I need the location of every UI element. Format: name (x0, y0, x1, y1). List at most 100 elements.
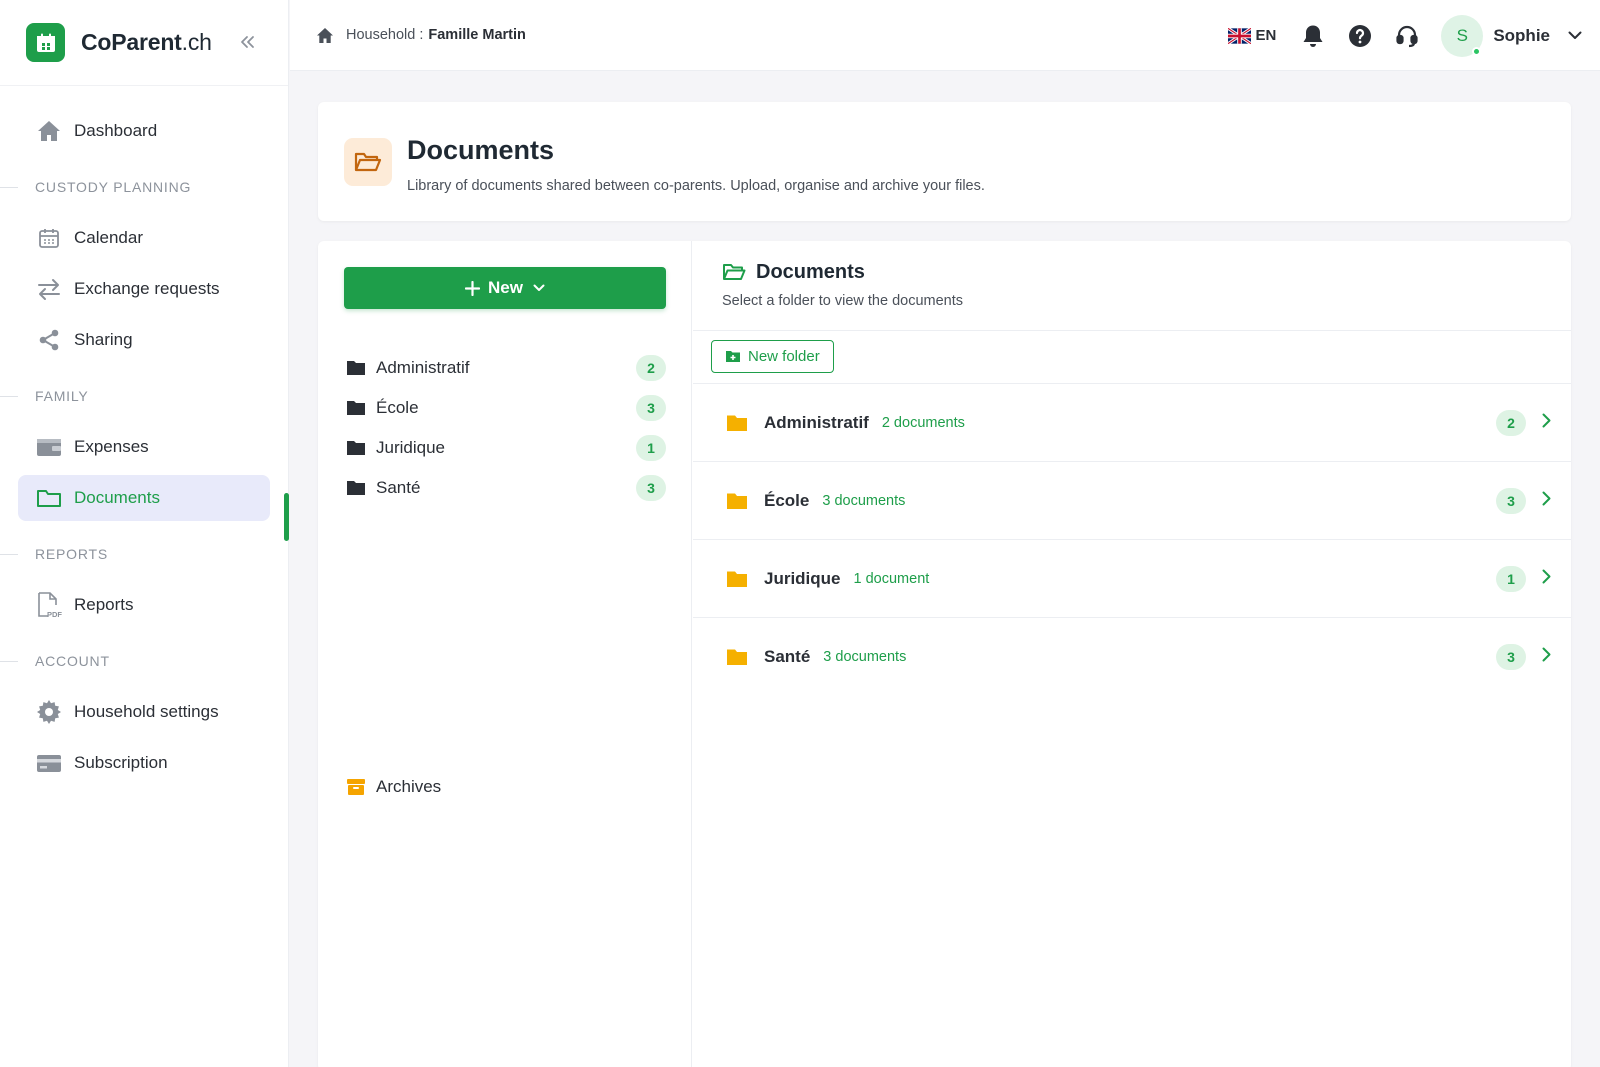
language-label: EN (1255, 27, 1277, 44)
sidebar-item-expenses[interactable]: Expenses (18, 424, 270, 470)
pdf-file-icon: PDF (36, 592, 62, 619)
folder-plus-icon (725, 350, 741, 363)
folder-row-count-badge: 3 (1496, 487, 1526, 514)
open-folder-icon (722, 263, 746, 282)
home-icon[interactable] (316, 27, 334, 44)
open-folder-icon (344, 138, 392, 186)
avatar: S (1441, 14, 1484, 57)
help-icon[interactable] (1347, 23, 1373, 49)
folder-row-doc-count: 3 documents (822, 492, 906, 509)
household-name[interactable]: Famille Martin (428, 27, 526, 43)
archives-item[interactable]: Archives (344, 777, 441, 797)
sidebar-item-sharing[interactable]: Sharing (18, 317, 270, 363)
bell-icon[interactable] (1300, 23, 1326, 49)
folder-icon (346, 359, 366, 377)
folder-name: Santé (376, 478, 421, 497)
credit-card-icon (36, 750, 62, 776)
active-nav-indicator (284, 493, 289, 541)
home-icon (36, 118, 62, 144)
folder-row-count-badge: 2 (1496, 409, 1526, 436)
new-folder-label: New folder (748, 348, 820, 365)
sidebar-item-label: Household settings (74, 702, 219, 721)
calendar-logo-icon[interactable] (26, 23, 65, 62)
share-icon (36, 327, 62, 353)
sidebar-item-calendar[interactable]: Calendar (18, 215, 270, 261)
folder-row-count-badge: 3 (1496, 644, 1526, 670)
brand-name-tld: .ch (181, 29, 212, 55)
folder-icon (726, 492, 748, 510)
language-selector[interactable]: EN (1228, 27, 1276, 44)
sidebar-item-household-settings[interactable]: Household settings (18, 689, 270, 735)
folder-sidebar: New Administratif 2 École 3 Juridique 1 … (318, 241, 692, 1067)
sidebar-item-subscription[interactable]: Subscription (18, 740, 270, 786)
folder-count-badge: 1 (636, 435, 666, 461)
folder-name: Juridique (376, 438, 445, 457)
calendar-icon (36, 225, 62, 251)
new-folder-button[interactable]: New folder (711, 340, 834, 373)
folder-item-ecole[interactable]: École 3 (344, 388, 666, 428)
sidebar-item-label: Reports (74, 595, 134, 614)
chevron-down-icon (533, 284, 545, 292)
folder-name: Administratif (376, 358, 470, 377)
folder-row-sante[interactable]: Santé 3 documents 3 (693, 618, 1571, 696)
sidebar-item-documents[interactable]: Documents (18, 475, 270, 521)
folder-item-juridique[interactable]: Juridique 1 (344, 428, 666, 468)
breadcrumb: Household : Famille Martin (316, 27, 526, 44)
content-subtitle: Select a folder to view the documents (722, 293, 963, 309)
folder-count-badge: 3 (636, 475, 666, 501)
new-button-label: New (488, 278, 523, 297)
brand-name[interactable]: CoParent.ch (81, 29, 212, 56)
topbar-actions: EN S Sophie (1228, 0, 1582, 71)
folder-content: Documents Select a folder to view the do… (693, 241, 1571, 1067)
folder-row-administratif[interactable]: Administratif 2 documents 2 (693, 384, 1571, 462)
folder-count-badge: 3 (636, 395, 666, 421)
breadcrumb-prefix: Household : (346, 27, 424, 43)
folder-row-ecole[interactable]: École 3 documents 3 (693, 462, 1571, 540)
content-header: Documents Select a folder to view the do… (693, 241, 1571, 331)
sidebar-item-label: Dashboard (74, 121, 158, 140)
support-headset-icon[interactable] (1394, 23, 1420, 49)
swap-arrows-icon (36, 276, 62, 302)
new-button[interactable]: New (344, 267, 666, 309)
folder-name: École (376, 398, 419, 417)
gear-icon (36, 699, 62, 725)
folder-item-sante[interactable]: Santé 3 (344, 468, 666, 508)
chevron-right-icon (1542, 569, 1551, 584)
content-title-label: Documents (756, 261, 865, 283)
folder-list: Administratif 2 École 3 Juridique 1 Sant… (344, 348, 666, 508)
chevron-down-icon (1568, 31, 1582, 40)
brand: CoParent.ch (0, 0, 288, 86)
sidebar-item-dashboard[interactable]: Dashboard (18, 108, 270, 154)
folder-icon (726, 648, 748, 666)
sidebar: CoParent.ch Dashboard CUSTODY PLANNING C… (0, 0, 289, 1067)
sidebar-item-reports[interactable]: PDF Reports (18, 582, 270, 628)
sidebar-item-label: Calendar (74, 228, 143, 247)
folder-row-name: Juridique (764, 568, 841, 588)
sidebar-item-label: Exchange requests (74, 279, 220, 298)
folder-count-badge: 2 (636, 355, 666, 381)
sidebar-section-family: FAMILY (0, 368, 288, 424)
folder-row-doc-count: 2 documents (881, 414, 965, 431)
chevron-right-icon (1542, 413, 1551, 428)
user-name: Sophie (1493, 25, 1550, 45)
sidebar-section-account: ACCOUNT (0, 633, 288, 689)
sidebar-item-exchange-requests[interactable]: Exchange requests (18, 266, 270, 312)
svg-text:PDF: PDF (47, 610, 62, 619)
avatar-initial: S (1456, 25, 1468, 45)
online-status-dot (1472, 46, 1482, 56)
sidebar-item-label: Sharing (74, 330, 133, 349)
folder-row-juridique[interactable]: Juridique 1 document 1 (693, 540, 1571, 618)
uk-flag-icon (1228, 27, 1252, 44)
content-title: Documents (722, 261, 865, 284)
folder-item-administratif[interactable]: Administratif 2 (344, 348, 666, 388)
page-title: Documents (407, 135, 555, 165)
sidebar-item-label: Expenses (74, 437, 149, 456)
collapse-sidebar-icon[interactable] (236, 31, 258, 53)
chevron-right-icon (1542, 647, 1551, 662)
chevron-right-icon (1542, 491, 1551, 506)
folder-row-doc-count: 3 documents (823, 649, 907, 665)
folder-icon (726, 570, 748, 588)
folder-row-name: Administratif (764, 412, 869, 432)
brand-name-main: CoParent (81, 29, 182, 55)
user-menu[interactable]: S Sophie (1441, 14, 1582, 57)
